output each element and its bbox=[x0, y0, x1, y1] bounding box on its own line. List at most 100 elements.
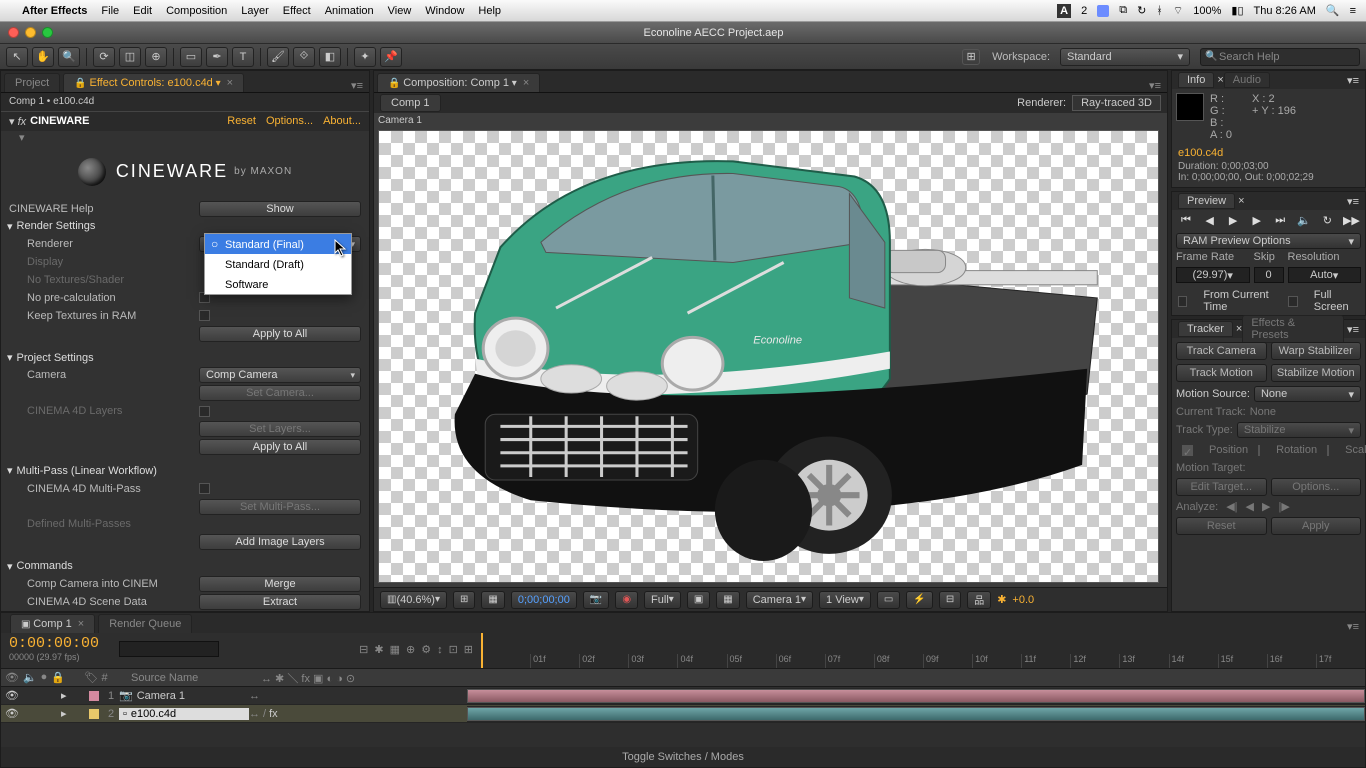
tl-icon-5[interactable]: ⚙ bbox=[421, 643, 431, 656]
next-frame-icon[interactable]: ▶ bbox=[1249, 214, 1265, 227]
zoom-dropdown[interactable]: ▥ (40.6%) ▾ bbox=[380, 591, 447, 609]
tl-icon-1[interactable]: ⊟ bbox=[359, 643, 368, 656]
snapshot-icon[interactable]: 📷 bbox=[583, 591, 609, 609]
warp-stabilizer-button[interactable]: Warp Stabilizer bbox=[1271, 342, 1362, 360]
view-camera-dropdown[interactable]: Camera 1 ▾ bbox=[746, 591, 813, 609]
snap-icon[interactable]: ⊞ bbox=[962, 49, 980, 65]
layer-duration-bar[interactable] bbox=[467, 707, 1365, 721]
track-type-dropdown[interactable]: Stabilize▾ bbox=[1237, 422, 1361, 438]
comp-chip[interactable]: Comp 1 bbox=[380, 94, 441, 112]
effect-options-link[interactable]: Options... bbox=[266, 115, 313, 127]
loop-icon[interactable]: ↻ bbox=[1319, 214, 1335, 227]
type-tool-icon[interactable]: T bbox=[232, 47, 254, 67]
window-minimize-icon[interactable] bbox=[25, 27, 36, 38]
window-close-icon[interactable] bbox=[8, 27, 19, 38]
cc-sync-icon[interactable] bbox=[1097, 5, 1109, 17]
timeline-menu-icon[interactable]: ▾≡ bbox=[1347, 620, 1359, 633]
from-current-checkbox[interactable] bbox=[1178, 296, 1187, 307]
multipass-section[interactable]: Multi-Pass (Linear Workflow) bbox=[17, 465, 157, 477]
menu-edit[interactable]: Edit bbox=[133, 5, 152, 17]
analyze-fwd-step-icon[interactable]: |▶ bbox=[1278, 500, 1289, 513]
skip-input[interactable]: 0 bbox=[1254, 267, 1284, 283]
bluetooth-icon[interactable]: ᚼ bbox=[1156, 5, 1163, 17]
dropdown-option-standard-final[interactable]: Standard (Final) bbox=[205, 234, 351, 254]
menu-extras-icon[interactable]: ≡ bbox=[1350, 5, 1356, 17]
brush-tool-icon[interactable]: 🖌 bbox=[267, 47, 289, 67]
scale-checkbox[interactable] bbox=[1327, 445, 1329, 456]
viewport[interactable]: Camera 1 bbox=[374, 113, 1167, 587]
menu-composition[interactable]: Composition bbox=[166, 5, 227, 17]
tl-icon-4[interactable]: ⊕ bbox=[406, 643, 415, 656]
channel-icon[interactable]: ◉ bbox=[615, 591, 638, 609]
analyze-back-icon[interactable]: ◀ bbox=[1246, 500, 1254, 513]
layer-color-chip[interactable] bbox=[89, 691, 99, 701]
tab-render-queue[interactable]: Render Queue bbox=[98, 614, 192, 633]
eraser-tool-icon[interactable]: ◧ bbox=[319, 47, 341, 67]
grid-icon[interactable]: ▦ bbox=[716, 591, 739, 609]
ram-preview-options-dropdown[interactable]: RAM Preview Options▾ bbox=[1176, 233, 1361, 249]
tl-icon-6[interactable]: ↕ bbox=[437, 644, 443, 656]
motion-source-dropdown[interactable]: None▾ bbox=[1254, 386, 1361, 402]
first-frame-icon[interactable]: ⏮ bbox=[1178, 214, 1194, 227]
spotlight-icon[interactable]: 🔍 bbox=[1326, 4, 1340, 17]
wifi-icon[interactable]: ⌔ bbox=[1173, 4, 1183, 18]
flowchart-icon[interactable]: 品 bbox=[967, 591, 991, 609]
tab-info[interactable]: Info bbox=[1178, 72, 1214, 88]
toggle-switches-button[interactable]: Toggle Switches / Modes bbox=[622, 751, 744, 763]
camera-dropdown[interactable]: Comp Camera bbox=[199, 367, 361, 383]
pixel-aspect-icon[interactable]: ▭ bbox=[877, 591, 900, 609]
roi-icon[interactable]: ▣ bbox=[687, 591, 710, 609]
roto-tool-icon[interactable]: ✦ bbox=[354, 47, 376, 67]
effect-about-link[interactable]: About... bbox=[323, 115, 361, 127]
tab-audio[interactable]: Audio bbox=[1224, 72, 1270, 88]
frame-rate-input[interactable]: (29.97)▾ bbox=[1176, 267, 1250, 283]
position-checkbox[interactable]: ✓ bbox=[1182, 445, 1193, 456]
prev-frame-icon[interactable]: ◀ bbox=[1202, 214, 1218, 227]
last-frame-icon[interactable]: ⏭ bbox=[1272, 214, 1288, 227]
menu-help[interactable]: Help bbox=[478, 5, 501, 17]
eye-icon[interactable]: 👁 bbox=[5, 707, 19, 720]
view-count-dropdown[interactable]: 1 View ▾ bbox=[819, 591, 871, 609]
mute-icon[interactable]: 🔈 bbox=[1296, 214, 1312, 227]
current-time[interactable]: 0;00;00;00 bbox=[511, 591, 577, 609]
merge-button[interactable]: Merge bbox=[199, 576, 361, 592]
extract-button[interactable]: Extract bbox=[199, 594, 361, 610]
project-settings-section[interactable]: Project Settings bbox=[17, 352, 94, 364]
comp-panel-menu-icon[interactable]: ▾≡ bbox=[1149, 79, 1161, 92]
layer-duration-bar[interactable] bbox=[467, 689, 1365, 703]
hand-tool-icon[interactable]: ✋ bbox=[32, 47, 54, 67]
transparency-toggle-icon[interactable]: ▦ bbox=[481, 591, 504, 609]
menu-file[interactable]: File bbox=[101, 5, 119, 17]
play-icon[interactable]: ▶ bbox=[1225, 214, 1241, 227]
pan-behind-tool-icon[interactable]: ⊕ bbox=[145, 47, 167, 67]
renderer-indicator[interactable]: Renderer: Ray-traced 3D bbox=[1017, 95, 1161, 111]
tl-icon-8[interactable]: ⊞ bbox=[464, 643, 473, 656]
set-multipass-button[interactable]: Set Multi-Pass... bbox=[199, 499, 361, 515]
menu-animation[interactable]: Animation bbox=[325, 5, 374, 17]
tab-tracker[interactable]: Tracker bbox=[1178, 321, 1233, 337]
camera-tool-icon[interactable]: ◫ bbox=[119, 47, 141, 67]
track-motion-button[interactable]: Track Motion bbox=[1176, 364, 1267, 382]
render-settings-section[interactable]: Render Settings bbox=[17, 220, 96, 232]
tab-effects-presets[interactable]: Effects & Presets bbox=[1242, 315, 1344, 343]
menu-effect[interactable]: Effect bbox=[283, 5, 311, 17]
time-ruler[interactable]: 01f 02f 03f 04f 05f 06f 07f 08f 09f 10f … bbox=[481, 633, 1365, 668]
tab-composition[interactable]: 🔒 Composition: Comp 1 ▾× bbox=[377, 73, 540, 92]
ram-preview-icon[interactable]: ▶▶ bbox=[1343, 214, 1359, 227]
menu-window[interactable]: Window bbox=[425, 5, 464, 17]
apply-to-all-button-2[interactable]: Apply to All bbox=[199, 439, 361, 455]
c4d-layers-checkbox[interactable] bbox=[199, 406, 210, 417]
resolution-icon[interactable]: ⊞ bbox=[453, 591, 475, 609]
commands-section[interactable]: Commands bbox=[17, 560, 73, 572]
rectangle-tool-icon[interactable]: ▭ bbox=[180, 47, 202, 67]
source-name-header[interactable]: Source Name bbox=[131, 672, 261, 684]
pen-tool-icon[interactable]: ✒ bbox=[206, 47, 228, 67]
clone-tool-icon[interactable]: ⟐ bbox=[293, 47, 315, 67]
dropbox-icon[interactable]: ⧉ bbox=[1119, 4, 1127, 17]
tracker-options-button[interactable]: Options... bbox=[1271, 478, 1362, 496]
tab-project[interactable]: Project bbox=[4, 73, 60, 92]
layer-row-camera[interactable]: 👁 ▸ 1 📷Camera 1 ↔ bbox=[1, 687, 1365, 705]
effect-reset-link[interactable]: Reset bbox=[227, 115, 256, 127]
layer-color-chip[interactable] bbox=[89, 709, 99, 719]
panel-menu-icon[interactable]: ▾≡ bbox=[351, 79, 363, 92]
